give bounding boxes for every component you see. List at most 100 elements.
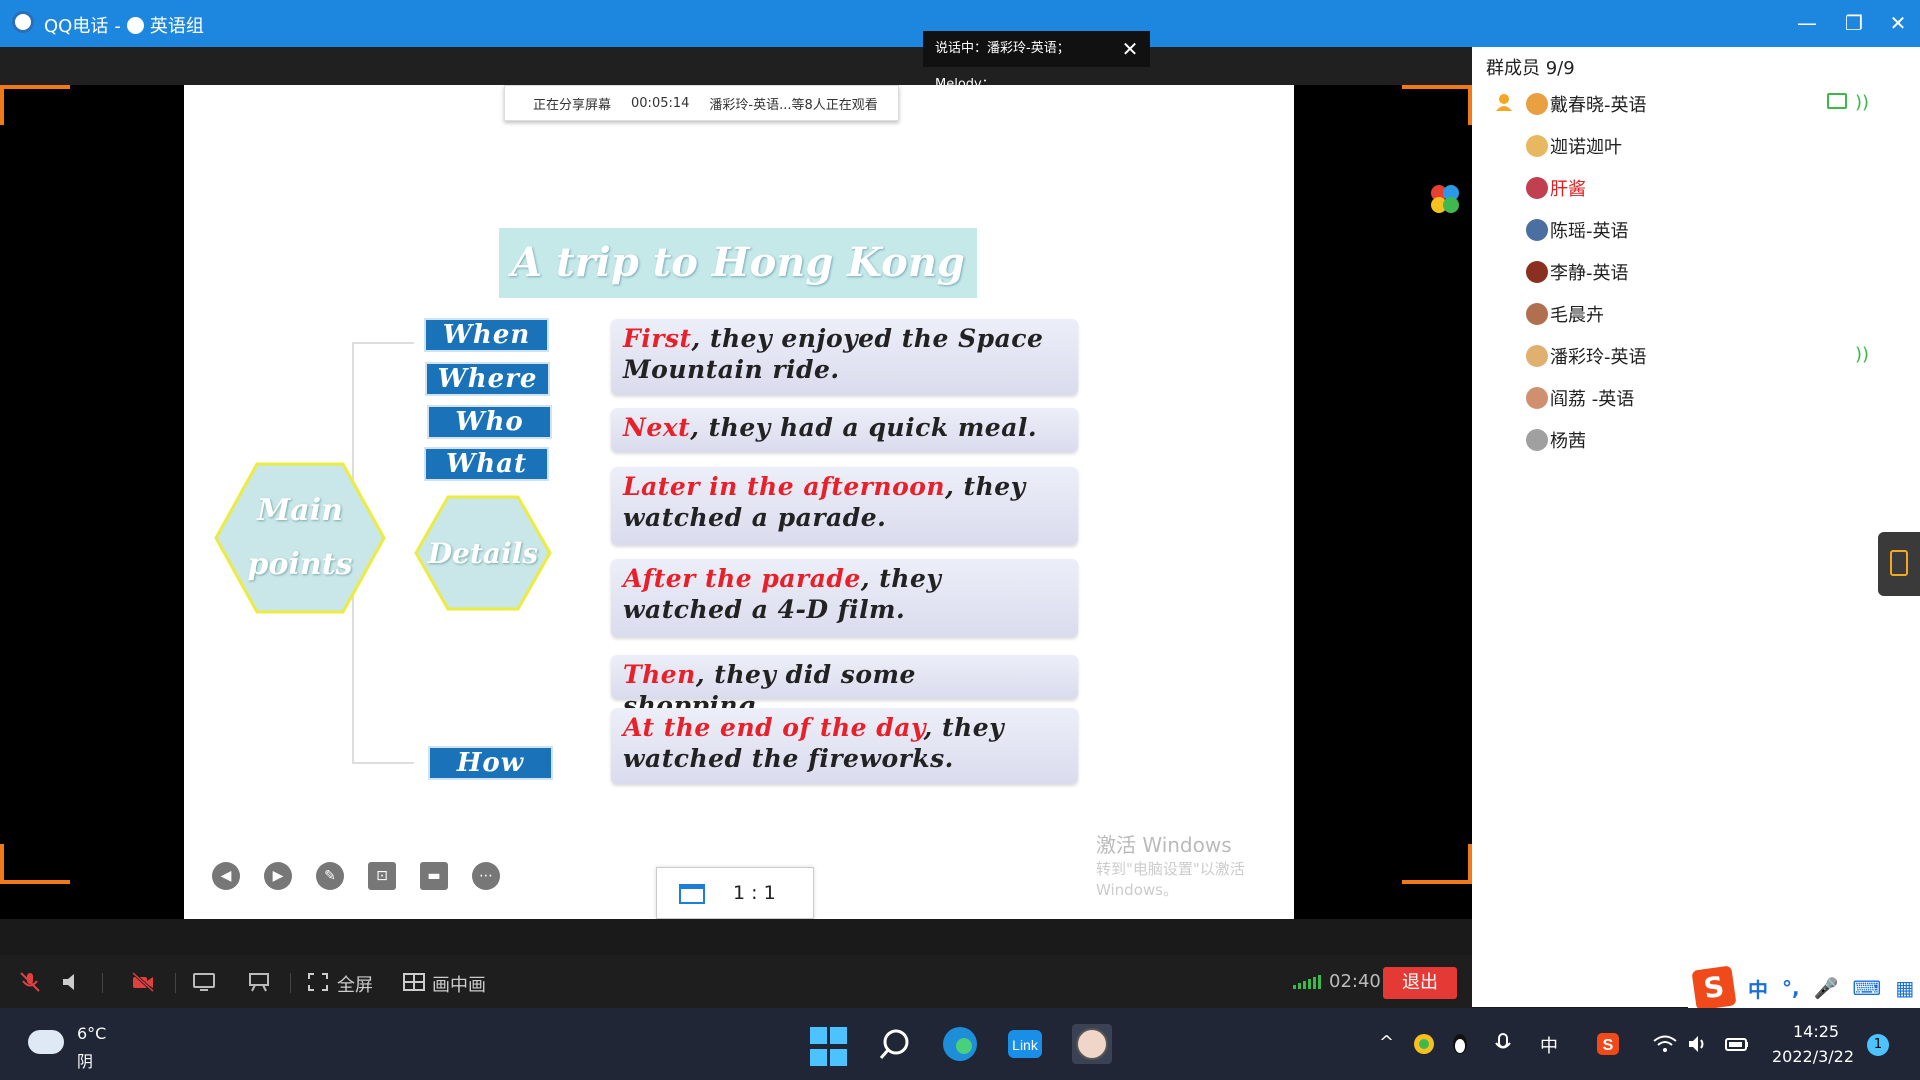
member-item[interactable]: 潘彩玲-英语 )) [1472, 336, 1920, 376]
detail-card: Next, they had a quick meal. [611, 408, 1078, 452]
ime-mic-icon[interactable]: 🎤 [1814, 976, 1839, 1000]
microphone-tray-icon[interactable] [1491, 1032, 1515, 1056]
picture-in-picture-button[interactable]: 画中画 [432, 971, 486, 997]
detail-card: At the end of the day, they watched the … [611, 708, 1078, 784]
main-points-label-line2: points [247, 547, 353, 582]
windows-start-icon[interactable] [810, 1027, 850, 1067]
input-language-indicator[interactable]: 中 [1540, 1032, 1558, 1058]
mic-muted-icon[interactable] [18, 972, 42, 992]
picture-in-picture-icon[interactable] [402, 972, 426, 992]
fullscreen-button[interactable]: 全屏 [337, 971, 373, 997]
link-app-icon[interactable]: Link [1005, 1024, 1045, 1064]
share-status-banner: 正在分享屏幕 00:05:14 潘彩玲-英语...等8人正在观看 [504, 85, 899, 121]
windows-taskbar: 6°C 阴 Link ^ 中 S 14:25 2022/3/22 1 [0, 1008, 1920, 1080]
activate-windows-title: 激活 Windows [1096, 833, 1232, 857]
call-duration: 02:40 [1329, 971, 1381, 992]
card-text: , they had a quick meal. [690, 413, 1038, 442]
frame-corner-bottom-right [1402, 844, 1472, 884]
view-ratio-label: 1 : 1 [733, 882, 776, 904]
tag-how: How [428, 746, 553, 780]
next-slide-icon[interactable]: ▶ [264, 862, 292, 890]
battery-icon[interactable] [1724, 1032, 1750, 1056]
cloud-icon[interactable] [28, 1030, 64, 1054]
ime-keyboard-icon[interactable]: ⌨ [1853, 976, 1882, 1000]
main-points-hexagon: Main points [214, 462, 386, 614]
card-highlight: At the end of the day [623, 713, 924, 742]
pen-icon[interactable]: ✎ [316, 862, 344, 890]
tray-overflow-icon[interactable]: ^ [1379, 1032, 1394, 1053]
call-control-bar: 全屏 画中画 02:40 退出 [0, 955, 1472, 1010]
divider [175, 973, 176, 993]
camera-off-icon[interactable] [131, 972, 155, 992]
sogou-tray-icon[interactable]: S [1596, 1032, 1620, 1056]
screenshot-icon[interactable]: ⊡ [368, 862, 396, 890]
avatar [1526, 387, 1548, 409]
speaking-icon: )) [1855, 92, 1870, 113]
member-item[interactable]: 毛晨卉 [1472, 294, 1920, 334]
speaking-indicator: 说话中：潘彩玲-英语；Melody； [923, 31, 1113, 92]
qq-tray-icon[interactable] [1448, 1032, 1472, 1056]
notification-badge[interactable]: 1 [1867, 1034, 1889, 1056]
exit-call-button[interactable]: 退出 [1383, 967, 1457, 999]
sogou-logo-icon[interactable]: S [1691, 965, 1737, 1011]
card-highlight: Next [623, 413, 691, 442]
member-item[interactable]: 迦诺迦叶 [1472, 126, 1920, 166]
ime-punctuation-toggle[interactable]: °, [1782, 976, 1800, 1000]
clipboard-icon [1890, 550, 1908, 576]
member-name: 戴春晓-英语 [1550, 95, 1647, 116]
clock-date[interactable]: 2022/3/22 [1772, 1047, 1854, 1066]
volume-icon[interactable] [1686, 1032, 1710, 1056]
detail-card: Then, they did some shopping. [611, 655, 1078, 720]
member-item[interactable]: 肝酱 [1472, 168, 1920, 208]
avatar [1526, 219, 1548, 241]
member-item[interactable]: 陈瑶-英语 [1472, 210, 1920, 250]
side-collapse-tab[interactable] [1878, 532, 1920, 596]
activate-windows-subtitle: 转到"电脑设置"以激活 Windows。 [1096, 860, 1245, 899]
member-name: 李静-英语 [1550, 263, 1629, 284]
tag-who: Who [427, 405, 552, 439]
card-highlight: After the parade [623, 564, 861, 593]
member-item[interactable]: 戴春晓-英语 )) [1472, 84, 1920, 124]
window-title: QQ电话 - 英语组 [44, 12, 210, 38]
tray-app-icon[interactable] [1412, 1032, 1436, 1056]
frame-corner-bottom-left [0, 844, 70, 884]
screen-share-icon [1827, 93, 1847, 109]
clock-time[interactable]: 14:25 [1793, 1022, 1839, 1041]
member-name: 杨茜 [1550, 431, 1586, 452]
details-label: Details [427, 536, 539, 570]
restore-button[interactable]: ❐ [1838, 8, 1870, 38]
weather-temperature[interactable]: 6°C [77, 1024, 106, 1043]
share-viewers-text: 潘彩玲-英语...等8人正在观看 [709, 97, 878, 113]
minimize-button[interactable]: — [1791, 8, 1823, 38]
svg-text:Link: Link [1012, 1037, 1039, 1053]
more-options-icon[interactable]: ⋯ [472, 862, 500, 890]
fullscreen-icon[interactable] [306, 972, 330, 992]
view-ratio-control[interactable]: 1 : 1 [656, 867, 814, 919]
screen-share-icon[interactable] [192, 972, 216, 992]
slide-title: A trip to Hong Kong [499, 228, 977, 298]
member-name: 阎荔 -英语 [1550, 389, 1635, 410]
camera-icon[interactable]: ▬ [420, 862, 448, 890]
edge-browser-icon[interactable] [940, 1024, 980, 1064]
avatar [1526, 177, 1548, 199]
previous-slide-icon[interactable]: ◀ [212, 862, 240, 890]
member-name: 陈瑶-英语 [1550, 221, 1629, 242]
wifi-icon[interactable] [1652, 1032, 1678, 1056]
member-item[interactable]: 阎荔 -英语 [1472, 378, 1920, 418]
avatar [1526, 261, 1548, 283]
qq-call-app-icon[interactable] [1072, 1024, 1112, 1064]
whiteboard-icon[interactable] [247, 972, 271, 992]
search-icon[interactable] [876, 1024, 916, 1064]
speaking-tip-close-button[interactable]: ✕ [1110, 31, 1150, 67]
qq-call-window: QQ电话 - 英语组 — ❐ ✕ 正在分享屏幕 00:05:14 潘彩玲-英语...… [0, 0, 1920, 1080]
ime-language-toggle[interactable]: 中 [1748, 974, 1768, 1003]
close-button[interactable]: ✕ [1882, 8, 1914, 38]
slide-toolbar: ◀ ▶ ✎ ⊡ ▬ ⋯ [212, 862, 500, 890]
qq-colorful-logo-icon[interactable] [1428, 182, 1462, 216]
member-item[interactable]: 杨茜 [1472, 420, 1920, 460]
ime-toolbox-icon[interactable]: ▦ [1895, 976, 1914, 1000]
speaker-icon[interactable] [60, 972, 84, 992]
weather-condition[interactable]: 阴 [77, 1048, 93, 1072]
member-item[interactable]: 李静-英语 [1472, 252, 1920, 292]
video-top-strip [0, 47, 1472, 85]
